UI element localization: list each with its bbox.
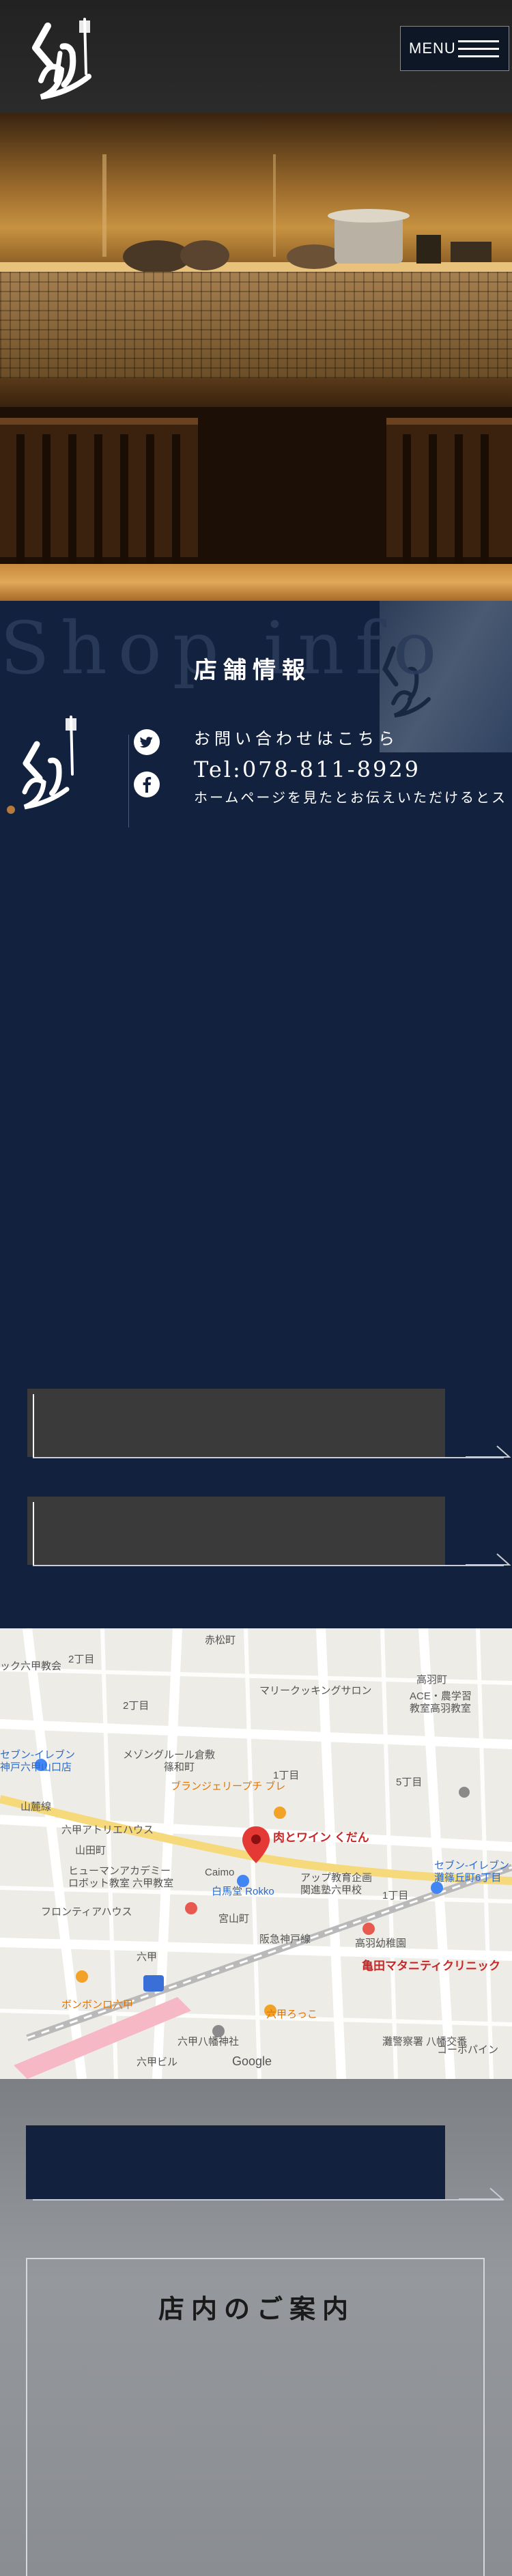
map-label: 関進塾六甲校 <box>300 1884 362 1896</box>
phone-link[interactable]: Tel:078-811-8929 <box>194 756 421 782</box>
map-label: 赤松町 <box>205 1634 236 1646</box>
google-map[interactable]: 赤松町 2丁目 ック六甲教会 高羽町 マリークッキングサロン ACE・農学習 教室高羽教室 2… <box>0 1628 512 2079</box>
dark-link-button-2[interactable] <box>27 1497 511 1566</box>
map-label: コーポパイン <box>437 2044 498 2056</box>
dark-link-button-1[interactable] <box>27 1389 511 1458</box>
map-label: 六甲八幡神社 <box>177 2036 239 2048</box>
map-label: 5丁目 <box>396 1777 422 1788</box>
map-label: ロボット教室 六甲教室 <box>68 1878 173 1889</box>
map-label: 1丁目 <box>273 1770 299 1781</box>
map-label: ヒューマンアカデミー <box>68 1865 171 1877</box>
arrow-icon <box>459 2188 504 2200</box>
map-label: ACE・農学習 <box>410 1690 472 1702</box>
site-logo[interactable] <box>20 12 102 104</box>
facebook-icon[interactable] <box>134 772 160 797</box>
shop-logo <box>7 716 76 814</box>
map-canvas[interactable]: 赤松町2丁目ック六甲教会高羽町マリークッキングサロン ACE・農学習教室高羽教室2… <box>0 1628 512 2079</box>
map-label[interactable]: 白馬堂 Rokko <box>212 1886 274 1897</box>
map-label[interactable]: 亀田マタニティクリニック <box>362 1959 500 1972</box>
map-label: 2丁目 <box>123 1700 149 1712</box>
arrow-icon <box>466 1445 511 1458</box>
hamburger-line-icon <box>458 55 499 57</box>
map-label: 高羽町 <box>416 1674 447 1686</box>
hamburger-line-icon <box>458 40 499 42</box>
map-label[interactable]: 肉とワイン くだん <box>273 1830 369 1844</box>
button-decoration-line <box>33 1502 34 1565</box>
vertical-divider <box>128 735 129 827</box>
twitter-icon[interactable] <box>134 729 160 755</box>
map-label: 六甲ビル <box>137 2056 177 2068</box>
button-underline <box>33 1565 504 1566</box>
map-label: Caimo <box>205 1867 234 1878</box>
guide-title: 店内のご案内 <box>158 2293 355 2324</box>
contact-note: ホームページを見たとお伝えいただけるとス <box>194 789 507 806</box>
map-label: 山田町 <box>75 1845 106 1856</box>
map-label[interactable]: 灘篠丘町6丁目 <box>434 1872 501 1884</box>
map-label[interactable]: ボンボンロ六甲 <box>61 1999 133 2011</box>
map-label: 六甲 <box>137 1951 157 1963</box>
button-decoration-line <box>33 1394 34 1457</box>
contact-lead: お問い合わせはこちら <box>194 729 399 748</box>
navy-link-button[interactable] <box>26 2125 504 2200</box>
map-label: 山麓線 <box>20 1801 51 1813</box>
map-label: 2丁目 <box>68 1654 94 1665</box>
mosaic-wall <box>0 272 512 378</box>
map-label: マリークッキングサロン <box>259 1685 372 1697</box>
shop-info-title: 店舗情報 <box>194 657 311 684</box>
wooden-counter-edge <box>0 564 512 601</box>
map-label: 宮山町 <box>218 1913 249 1925</box>
chairs <box>0 407 512 564</box>
hamburger-line-icon <box>458 48 499 50</box>
map-label: 六甲アトリエハウス <box>61 1824 154 1836</box>
map-label[interactable]: 六甲ろっこ <box>266 2009 317 2020</box>
shop-info-section: Shop info 店舗情報 お問い合わせはこちら Tel:078-811-89… <box>0 601 512 1628</box>
button-underline <box>33 1457 504 1458</box>
menu-button[interactable]: MENU <box>400 26 509 71</box>
map-label[interactable]: セブン-イレブン <box>0 1749 75 1761</box>
menu-label: MENU <box>409 40 456 57</box>
map-label[interactable]: 神戸六甲山口店 <box>0 1761 72 1773</box>
map-label: アップ教育企画 <box>300 1871 372 1884</box>
map-label: フロンティアハウス <box>41 1906 132 1918</box>
map-label: 篠和町 <box>164 1761 195 1773</box>
map-label: ック六甲教会 <box>0 1660 61 1672</box>
map-label: 教室高羽教室 <box>410 1703 471 1714</box>
map-label: 阪急神戸線 <box>259 1934 311 1945</box>
map-label[interactable]: ブランジェリープチ ブレ <box>171 1780 285 1792</box>
site-header: MENU <box>0 0 512 113</box>
guide-box: 店内のご案内 <box>26 2258 485 2576</box>
store-guide-section: 店内のご案内 <box>0 2079 512 2576</box>
map-label[interactable]: セブン-イレブン <box>434 1859 509 1871</box>
map-label: 高羽幼稚園 <box>355 1938 406 1949</box>
map-label: Google <box>232 2054 272 2068</box>
map-label: 1丁目 <box>382 1890 408 1901</box>
button-underline <box>33 2199 504 2200</box>
arrow-icon <box>466 1553 511 1566</box>
map-label: メゾングルール倉敷 <box>123 1749 215 1761</box>
hero-image <box>0 113 512 601</box>
kitchen-utensils <box>102 154 492 273</box>
